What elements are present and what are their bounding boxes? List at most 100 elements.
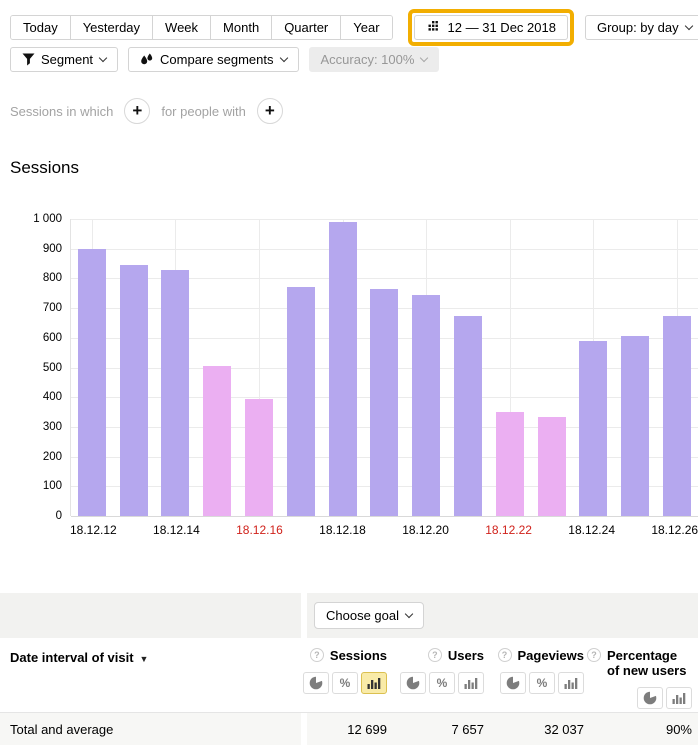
compare-segments-dropdown[interactable]: Compare segments — [128, 47, 298, 72]
help-icon[interactable]: ? — [587, 648, 601, 662]
bar-18.12.21[interactable] — [454, 316, 482, 516]
choose-goal-dropdown[interactable]: Choose goal — [314, 602, 424, 629]
metric-header-percentage-of-new-users[interactable]: ? Percentage of new users — [587, 648, 692, 678]
total-value-users: 7 657 — [390, 722, 487, 745]
preset-month-button[interactable]: Month — [211, 16, 272, 39]
accuracy-dropdown[interactable]: Accuracy: 100% — [309, 47, 440, 72]
x-tick-label — [366, 523, 402, 537]
calendar-icon — [426, 21, 440, 34]
bar-18.12.19[interactable] — [370, 289, 398, 516]
dimension-header[interactable]: Date interval of visit▼ — [0, 638, 301, 712]
chart-slot — [614, 219, 656, 516]
chart-slot — [447, 219, 489, 516]
chart-slot — [196, 219, 238, 516]
pie-chart-mode-button[interactable] — [303, 672, 329, 694]
pie-chart-mode-button[interactable] — [400, 672, 426, 694]
help-icon[interactable]: ? — [310, 648, 324, 662]
bar-18.12.12[interactable] — [78, 249, 106, 516]
group-by-dropdown[interactable]: Group: by day — [585, 15, 698, 40]
help-icon[interactable]: ? — [428, 648, 442, 662]
metric-column-users: ?Users% — [390, 648, 487, 712]
pie-chart-mode-button[interactable] — [637, 687, 663, 709]
chevron-down-icon — [684, 22, 692, 30]
bar-18.12.26[interactable] — [663, 316, 691, 516]
date-range-button[interactable]: 12 — 31 Dec 2018 — [414, 15, 568, 40]
bar-18.12.22[interactable] — [496, 412, 524, 516]
bar-18.12.23[interactable] — [538, 417, 566, 516]
bar-18.12.17[interactable] — [287, 287, 315, 516]
total-value-pageviews: 32 037 — [487, 722, 587, 745]
bar-18.12.16[interactable] — [245, 399, 273, 516]
for-people-with-label: for people with — [161, 104, 246, 119]
date-toolbar: TodayYesterdayWeekMonthQuarterYear 12 — … — [10, 9, 698, 46]
bar-18.12.18[interactable] — [329, 222, 357, 516]
percent-chart-mode-button[interactable]: % — [529, 672, 555, 694]
bars-chart-mode-button[interactable] — [361, 672, 387, 694]
display-mode-buttons: % — [500, 672, 584, 694]
x-tick-label: 18.12.14 — [153, 523, 200, 537]
y-tick-label: 0 — [0, 510, 62, 522]
x-tick-label — [283, 523, 319, 537]
pie-chart-mode-button[interactable] — [500, 672, 526, 694]
bars-chart-mode-button[interactable] — [666, 687, 692, 709]
bar-18.12.13[interactable] — [120, 265, 148, 516]
total-value-sessions: 12 699 — [307, 722, 390, 745]
preset-year-button[interactable]: Year — [341, 16, 391, 39]
y-tick-label: 700 — [0, 302, 62, 314]
chart-slot — [573, 219, 615, 516]
chart-slot — [113, 219, 155, 516]
accuracy-label: Accuracy: 100% — [321, 52, 415, 67]
date-range-label: 12 — 31 Dec 2018 — [448, 20, 556, 35]
help-icon[interactable]: ? — [498, 648, 512, 662]
y-tick-label: 900 — [0, 243, 62, 255]
chart-slot — [238, 219, 280, 516]
x-tick-label — [532, 523, 568, 537]
funnel-icon — [22, 53, 35, 66]
y-tick-label: 1 000 — [0, 213, 62, 225]
sessions-bar-chart: 1 0009008007006005004003002001000 18.12.… — [0, 219, 698, 516]
segment-toolbar: Segment Compare segments Accuracy: 100% — [10, 47, 439, 72]
bar-18.12.24[interactable] — [579, 341, 607, 516]
y-tick-label: 100 — [0, 480, 62, 492]
percent-chart-mode-button[interactable]: % — [332, 672, 358, 694]
bar-18.12.14[interactable] — [161, 270, 189, 517]
chart-slots — [71, 219, 698, 516]
bars-chart-mode-button[interactable] — [558, 672, 584, 694]
preset-week-button[interactable]: Week — [153, 16, 211, 39]
y-tick-label: 600 — [0, 332, 62, 344]
bar-18.12.25[interactable] — [621, 336, 649, 516]
chart-slot — [656, 219, 698, 516]
display-mode-buttons: % — [303, 672, 387, 694]
chart-slot — [489, 219, 531, 516]
bars-chart-mode-button[interactable] — [458, 672, 484, 694]
x-tick-label — [200, 523, 236, 537]
display-mode-buttons — [637, 687, 692, 709]
chart-y-axis: 1 0009008007006005004003002001000 — [0, 219, 62, 516]
metric-header-users[interactable]: ?Users — [428, 648, 484, 663]
gridline-horizontal — [71, 516, 698, 517]
add-session-filter-button[interactable]: + — [124, 98, 150, 124]
x-tick-label: 18.12.26 — [651, 523, 698, 537]
metric-label: Percentage of new users — [607, 648, 692, 678]
bar-18.12.15[interactable] — [203, 366, 231, 516]
metric-header-sessions[interactable]: ?Sessions — [310, 648, 387, 663]
date-range-highlight: 12 — 31 Dec 2018 — [408, 9, 574, 46]
metric-label: Pageviews — [518, 648, 585, 663]
percent-chart-mode-button[interactable]: % — [429, 672, 455, 694]
total-row-label: Total and average — [0, 713, 301, 745]
metric-header-pageviews[interactable]: ? Pageviews — [498, 648, 585, 663]
preset-yesterday-button[interactable]: Yesterday — [71, 16, 153, 39]
chevron-down-icon — [279, 54, 287, 62]
segment-dropdown[interactable]: Segment — [10, 47, 118, 72]
sessions-in-which-label: Sessions in which — [10, 104, 113, 119]
preset-quarter-button[interactable]: Quarter — [272, 16, 341, 39]
preset-today-button[interactable]: Today — [11, 16, 71, 39]
add-people-filter-button[interactable]: + — [257, 98, 283, 124]
segment-label: Segment — [41, 52, 93, 67]
bar-18.12.20[interactable] — [412, 295, 440, 516]
goal-row-right: Choose goal — [307, 593, 698, 638]
compare-segments-label: Compare segments — [160, 52, 273, 67]
goal-row-left — [0, 593, 301, 638]
x-tick-label: 18.12.22 — [485, 523, 532, 537]
x-tick-label — [117, 523, 153, 537]
